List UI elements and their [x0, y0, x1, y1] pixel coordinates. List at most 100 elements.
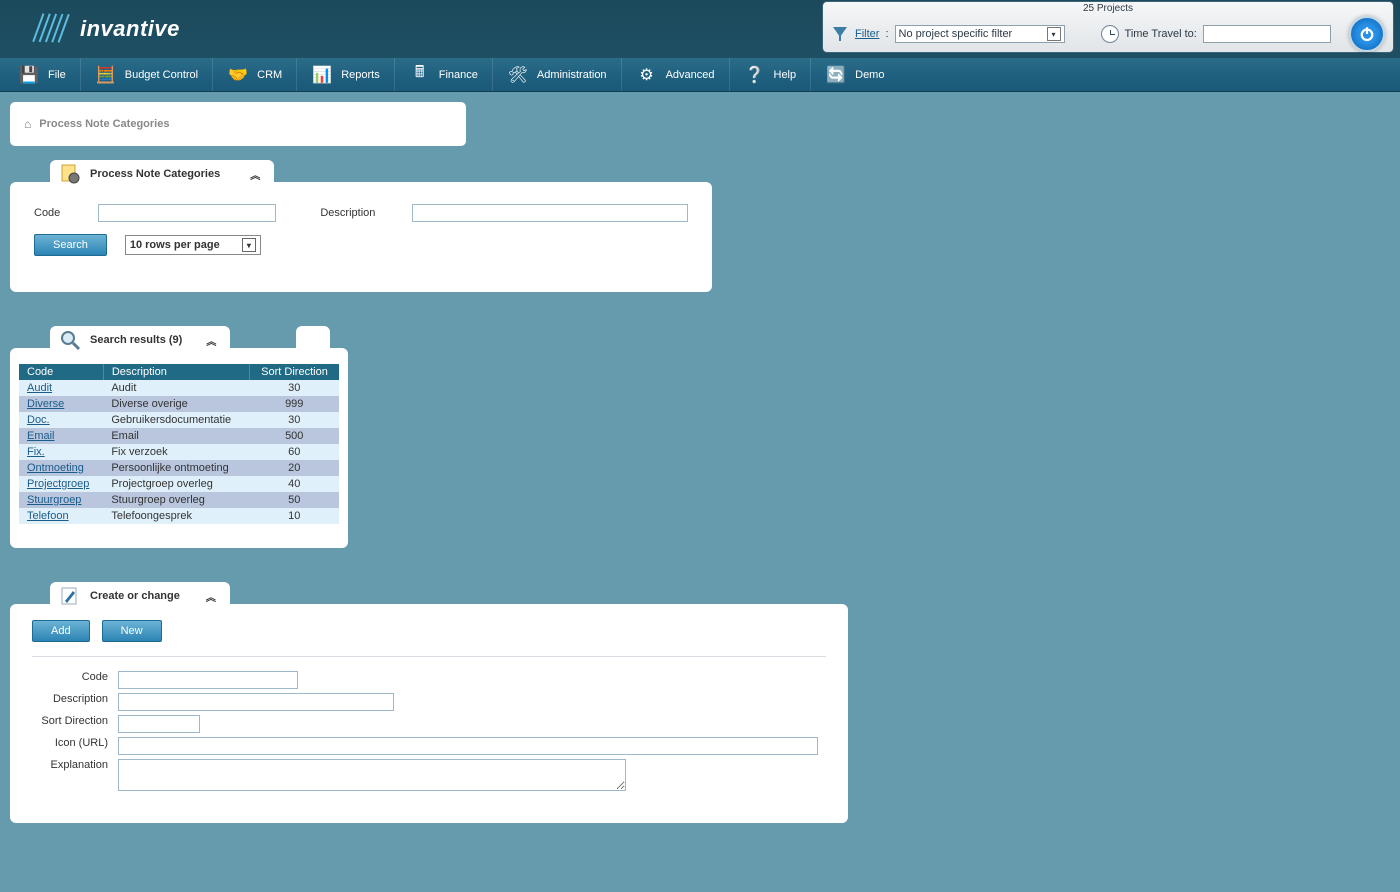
pencil-note-icon: [58, 584, 82, 608]
brand-text: invantive: [80, 16, 180, 42]
col-code[interactable]: Code: [19, 364, 103, 380]
row-description: Persoonlijke ontmoeting: [103, 460, 249, 476]
field-icon-url-input[interactable]: [118, 737, 818, 755]
projects-count: 25 Projects: [823, 2, 1393, 16]
menu-finance[interactable]: 🖩 Finance: [395, 58, 493, 91]
col-description[interactable]: Description: [103, 364, 249, 380]
results-secondary-tab[interactable]: [296, 326, 330, 354]
project-filter-panel: 25 Projects Filter : No project specific…: [822, 1, 1394, 53]
row-description: Diverse overige: [103, 396, 249, 412]
row-sort: 500: [250, 428, 340, 444]
field-description-input[interactable]: [118, 693, 394, 711]
calculator-icon: 🖩: [409, 64, 431, 86]
row-code-link[interactable]: Stuurgroep: [27, 494, 81, 506]
results-panel-title: Search results (9): [90, 334, 182, 346]
menu-demo[interactable]: 🔄 Demo: [811, 58, 898, 91]
row-code-link[interactable]: Audit: [27, 382, 52, 394]
table-row: TelefoonTelefoongesprek10: [19, 508, 339, 524]
filter-link[interactable]: Filter: [855, 28, 879, 40]
field-sort-input[interactable]: [118, 715, 200, 733]
row-description: Audit: [103, 380, 249, 396]
table-row: Diverse Diverse overige999: [19, 396, 339, 412]
search-panel-title: Process Note Categories: [90, 168, 220, 180]
collapse-icon[interactable]: ︽: [250, 167, 260, 182]
row-description: Stuurgroep overleg: [103, 492, 249, 508]
menu-advanced[interactable]: ⚙ Advanced: [622, 58, 730, 91]
help-icon: ❔: [744, 64, 766, 86]
row-code-link[interactable]: Ontmoeting: [27, 462, 84, 474]
field-code-label: Code: [32, 671, 118, 683]
create-panel-tab: Create or change ︽: [50, 582, 230, 610]
add-button[interactable]: Add: [32, 620, 90, 642]
menu-reports[interactable]: 📊 Reports: [297, 58, 395, 91]
menu-budget-control[interactable]: 🧮 Budget Control: [81, 58, 213, 91]
clock-icon: [1101, 25, 1119, 43]
new-button[interactable]: New: [102, 620, 162, 642]
results-panel-tab: Search results (9) ︽: [50, 326, 230, 354]
dropdown-caret-icon: ▾: [1047, 27, 1061, 41]
row-code-link[interactable]: Telefoon: [27, 510, 69, 522]
field-icon-url-label: Icon (URL): [32, 737, 118, 749]
field-code-input[interactable]: [118, 671, 298, 689]
menu-help[interactable]: ❔ Help: [730, 58, 812, 91]
project-filter-select[interactable]: No project specific filter ▾: [895, 25, 1065, 43]
code-label: Code: [34, 207, 86, 219]
description-input[interactable]: [412, 204, 688, 222]
project-filter-value: No project specific filter: [899, 28, 1013, 40]
time-travel-input[interactable]: [1203, 25, 1331, 43]
field-explanation-label: Explanation: [32, 759, 118, 771]
search-panel: Process Note Categories ︽ Code Descripti…: [10, 182, 712, 292]
divider: [32, 656, 826, 657]
budget-icon: 🧮: [95, 64, 117, 86]
power-button[interactable]: [1349, 16, 1385, 52]
row-sort: 30: [250, 412, 340, 428]
time-travel-label: Time Travel to:: [1125, 28, 1197, 40]
demo-icon: 🔄: [825, 64, 847, 86]
rows-per-page-value: 10 rows per page: [130, 239, 220, 251]
row-sort: 999: [250, 396, 340, 412]
field-explanation-input[interactable]: [118, 759, 626, 791]
collapse-icon[interactable]: ︽: [206, 589, 216, 604]
table-row: Stuurgroep Stuurgroep overleg50: [19, 492, 339, 508]
table-row: ProjectgroepProjectgroep overleg40: [19, 476, 339, 492]
main-menu: 💾 File 🧮 Budget Control 🤝 CRM 📊 Reports …: [0, 58, 1400, 92]
table-row: OntmoetingPersoonlijke ontmoeting20: [19, 460, 339, 476]
row-sort: 60: [250, 444, 340, 460]
note-gear-icon: [58, 162, 82, 186]
field-description-label: Description: [32, 693, 118, 705]
row-description: Telefoongesprek: [103, 508, 249, 524]
disk-icon: 💾: [18, 64, 40, 86]
brand-logo: invantive: [30, 7, 180, 51]
row-code-link[interactable]: Email: [27, 430, 55, 442]
row-description: Gebruikersdocumentatie: [103, 412, 249, 428]
create-change-panel: Create or change ︽ Add New Code Descript…: [10, 604, 848, 823]
row-code-link[interactable]: Projectgroep: [27, 478, 89, 490]
col-sort[interactable]: Sort Direction: [250, 364, 340, 380]
filter-colon: :: [885, 28, 888, 40]
create-panel-title: Create or change: [90, 590, 180, 602]
collapse-icon[interactable]: ︽: [206, 333, 216, 348]
magnifier-icon: [58, 328, 82, 352]
menu-file[interactable]: 💾 File: [4, 58, 81, 91]
code-input[interactable]: [98, 204, 277, 222]
row-code-link[interactable]: Doc.: [27, 414, 50, 426]
funnel-icon: [831, 25, 849, 43]
presentation-icon: 📊: [311, 64, 333, 86]
row-description: Email: [103, 428, 249, 444]
row-description: Fix verzoek: [103, 444, 249, 460]
search-button[interactable]: Search: [34, 234, 107, 256]
home-icon[interactable]: ⌂: [24, 117, 31, 131]
spark-icon: [30, 7, 74, 51]
tools-icon: 🛠: [507, 64, 529, 86]
menu-crm[interactable]: 🤝 CRM: [213, 58, 297, 91]
rows-per-page-select[interactable]: 10 rows per page ▾: [125, 235, 261, 255]
results-panel: Search results (9) ︽ Code Description So…: [10, 348, 348, 548]
row-code-link[interactable]: Diverse: [27, 398, 64, 410]
top-bar: invantive 25 Projects Filter : No projec…: [0, 0, 1400, 58]
row-sort: 50: [250, 492, 340, 508]
row-code-link[interactable]: Fix.: [27, 446, 45, 458]
menu-administration[interactable]: 🛠 Administration: [493, 58, 622, 91]
table-row: Doc. Gebruikersdocumentatie30: [19, 412, 339, 428]
dropdown-caret-icon: ▾: [242, 238, 256, 252]
breadcrumb-title: Process Note Categories: [39, 118, 169, 130]
